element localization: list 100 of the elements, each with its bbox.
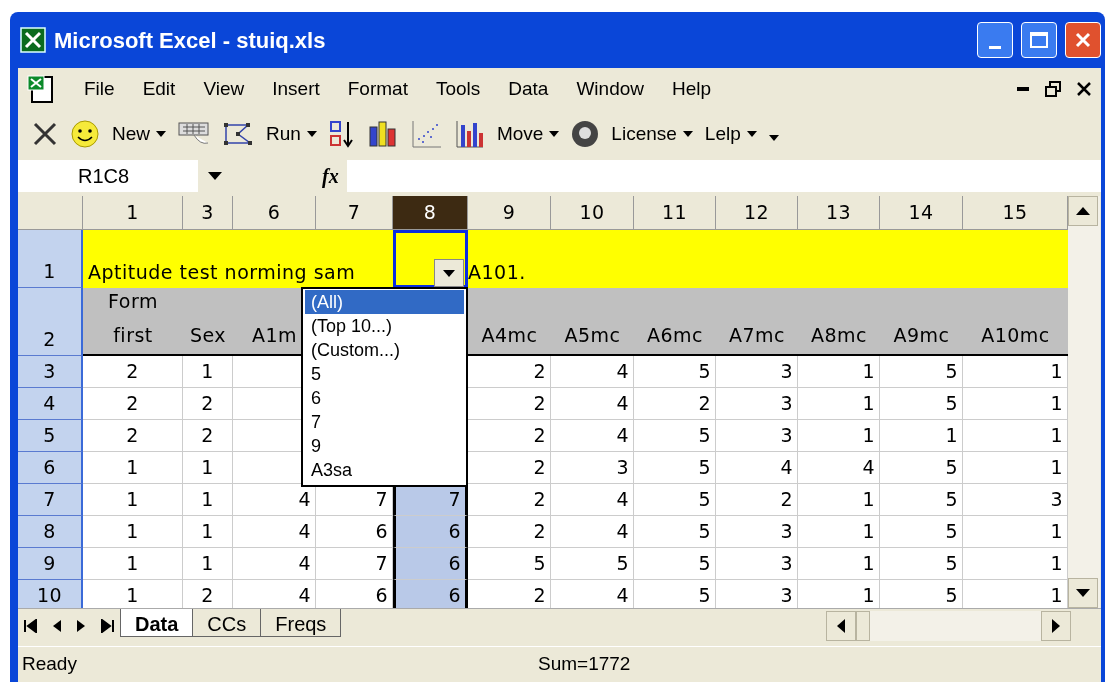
table-cell: 5 [468, 548, 551, 580]
table-cell: 3 [716, 388, 798, 420]
toolbar-dropdown-button[interactable]: Lelp [704, 119, 757, 149]
toolbar-dropdown-button[interactable]: Move [496, 119, 560, 149]
menu-item[interactable]: View [203, 74, 245, 104]
table-cell: 5 [634, 516, 716, 548]
sheet-tab[interactable]: Freqs [261, 609, 342, 637]
menu-item[interactable]: Edit [142, 74, 176, 104]
table-cell: 4 [551, 484, 634, 516]
table-cell: 1 [963, 452, 1068, 484]
table-cell: 2 [183, 420, 233, 452]
row-header[interactable]: 8 [18, 516, 83, 548]
table-cell: 2 [83, 420, 183, 452]
dropdown-option[interactable]: (All) [305, 290, 464, 314]
column-label: A7mc [728, 323, 785, 348]
table-cell: 1 [83, 452, 183, 484]
table-cell: 4 [233, 548, 316, 580]
column-label: A5mc [564, 323, 621, 348]
dropdown-option[interactable]: 7 [305, 410, 464, 434]
window-title: Microsoft Excel - stuiq.xls [54, 26, 327, 55]
function-button[interactable]: fx [322, 161, 339, 191]
dropdown-option[interactable]: A3sa [305, 458, 464, 482]
row-header[interactable]: 4 [18, 388, 83, 420]
menu-item[interactable]: File [84, 74, 115, 104]
menu-item[interactable]: Help [672, 74, 712, 104]
toolbar-dropdown-button[interactable]: Run [266, 119, 317, 149]
column-header[interactable]: 8 [393, 196, 468, 230]
column-header[interactable]: 15 [963, 196, 1068, 230]
table-cell: 2 [83, 388, 183, 420]
table-cell: 3 [963, 484, 1068, 516]
dropdown-option[interactable]: 9 [305, 434, 464, 458]
dropdown-option[interactable]: (Top 10...) [305, 314, 464, 338]
table-cell: 5 [880, 580, 963, 608]
menu-item[interactable]: Window [576, 74, 644, 104]
column-label: Sex [189, 323, 227, 348]
table-cell: 3 [716, 548, 798, 580]
table-cell: 5 [634, 580, 716, 608]
table-cell: 1 [798, 356, 880, 388]
dropdown-option[interactable]: 6 [305, 386, 464, 410]
column-header[interactable]: 11 [634, 196, 716, 230]
table-cell: 1 [183, 356, 233, 388]
column-header[interactable]: 9 [468, 196, 551, 230]
dropdown-option[interactable]: 5 [305, 362, 464, 386]
table-cell: 1 [880, 420, 963, 452]
row-header[interactable]: 7 [18, 484, 83, 516]
row-header[interactable]: 2 [18, 288, 83, 356]
sheet-tab[interactable]: CCs [193, 609, 262, 637]
table-cell: 2 [468, 452, 551, 484]
table-cell: 4 [551, 516, 634, 548]
table-cell: 5 [880, 452, 963, 484]
table-cell: 1 [183, 516, 233, 548]
menu-item[interactable]: Data [508, 74, 549, 104]
column-header[interactable]: 7 [316, 196, 393, 230]
table-cell: 1 [798, 548, 880, 580]
table-cell: 1 [798, 420, 880, 452]
table-cell: 1 [963, 388, 1068, 420]
column-header[interactable]: 10 [551, 196, 634, 230]
table-cell: 3 [716, 420, 798, 452]
column-header[interactable]: 12 [716, 196, 798, 230]
table-cell: 1 [83, 516, 183, 548]
dropdown-option[interactable]: (Custom...) [305, 338, 464, 362]
column-label: Form first [107, 289, 159, 348]
table-cell: 3 [716, 516, 798, 548]
toolbar-dropdown-button[interactable]: License [611, 119, 693, 149]
row-header[interactable]: 3 [18, 356, 83, 388]
table-cell: 6 [316, 580, 393, 608]
table-cell: 6 [316, 516, 393, 548]
table-cell: 1 [963, 420, 1068, 452]
menu-item[interactable]: Format [347, 74, 408, 104]
row-header[interactable]: 9 [18, 548, 83, 580]
table-cell: 1 [83, 580, 183, 608]
status-text: Ready [21, 652, 78, 677]
table-cell: 5 [880, 484, 963, 516]
row-header[interactable]: 1 [18, 230, 83, 288]
table-cell: 2 [468, 580, 551, 608]
table-cell: 2 [716, 484, 798, 516]
menu-item[interactable]: Tools [435, 74, 481, 104]
column-header[interactable]: 6 [233, 196, 316, 230]
menu-item[interactable]: Insert [272, 74, 320, 104]
column-header[interactable]: 13 [798, 196, 880, 230]
sheet-tab[interactable]: Data [120, 609, 194, 637]
table-cell: 4 [716, 452, 798, 484]
toolbar-dropdown-button[interactable]: New [112, 119, 166, 149]
cell-text: A101. [468, 259, 526, 285]
column-header[interactable]: 3 [183, 196, 233, 230]
table-cell: 1 [798, 516, 880, 548]
column-header[interactable]: 1 [83, 196, 183, 230]
table-cell: 2 [183, 580, 233, 608]
name-box[interactable]: R1C8 [18, 160, 198, 192]
column-header[interactable]: 14 [880, 196, 963, 230]
row-header[interactable]: 5 [18, 420, 83, 452]
table-cell: 6 [393, 548, 468, 580]
row-header[interactable]: 6 [18, 452, 83, 484]
table-cell: 4 [233, 580, 316, 608]
table-cell: 2 [634, 388, 716, 420]
table-cell: 1 [963, 356, 1068, 388]
table-cell: 3 [716, 580, 798, 608]
table-cell: 1 [963, 580, 1068, 608]
table-cell: 2 [83, 356, 183, 388]
row-header[interactable]: 10 [18, 580, 83, 608]
